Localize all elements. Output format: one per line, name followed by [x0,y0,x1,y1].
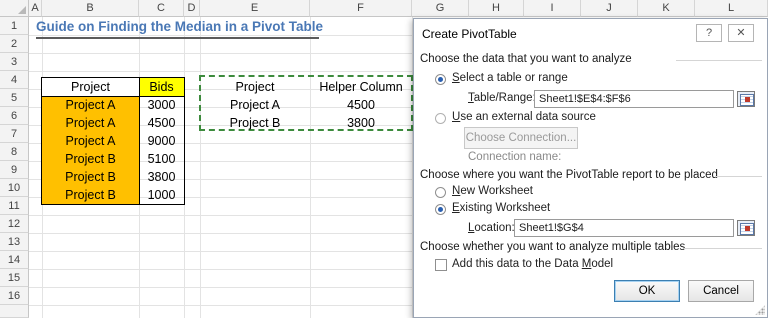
row-header-14[interactable]: 14 [0,251,29,269]
row-header-3[interactable]: 3 [0,53,29,71]
row-header-7[interactable]: 7 [0,125,29,143]
column-header-i[interactable]: I [524,0,581,17]
gridline [310,17,311,318]
column-header-d[interactable]: D [184,0,200,17]
row-header-17-partial[interactable] [0,305,29,318]
label-text: ocation: [474,222,515,234]
column-header-f[interactable]: F [310,0,412,17]
section-multiple-tables: Choose whether you want to analyze multi… [420,241,686,253]
radio-external-source[interactable] [435,113,446,124]
radio-new-worksheet[interactable] [435,187,446,198]
label-text: able/Range: [473,92,536,104]
row-header-1[interactable]: 1 [0,17,29,35]
option-text: xisting Worksheet [459,202,551,214]
sheet-title: Guide on Finding the Median in a Pivot T… [36,19,324,34]
table1-header-divider [41,96,185,97]
radio-existing-worksheet[interactable] [435,204,446,215]
option-external-source-label[interactable]: Use an external data source [452,111,596,123]
option-select-table-label[interactable]: Select a table or range [452,72,568,84]
select-all-corner[interactable] [0,0,29,17]
accel-key: E [452,202,460,214]
accel-key: M [581,258,592,270]
table2-header-helper[interactable]: Helper Column [310,78,412,96]
row-header-15[interactable]: 15 [0,269,29,287]
title-underline [36,37,319,39]
row-header-5[interactable]: 5 [0,89,29,107]
table2-cell-project[interactable]: Project A [200,96,310,114]
column-header-k[interactable]: K [638,0,695,17]
accel-key: S [452,72,460,84]
row-header-6[interactable]: 6 [0,107,29,125]
table2-cell-project[interactable]: Project B [200,114,310,132]
option-existing-worksheet-label[interactable]: Existing Worksheet [452,202,550,214]
radio-select-table[interactable] [435,74,446,85]
table2-cell-helper[interactable]: 3800 [310,114,412,132]
table2-header-project[interactable]: Project [200,78,310,96]
table-range-input[interactable]: Sheet1!$E$4:$F$6 [534,90,734,108]
cancel-button[interactable]: Cancel [688,280,754,302]
separator [684,248,762,249]
column-header-e[interactable]: E [200,0,310,17]
resize-grip-icon[interactable] [755,305,765,315]
option-text: se an external data source [460,111,596,123]
column-header-b[interactable]: B [42,0,139,17]
row-header-11[interactable]: 11 [0,197,29,215]
row-header-8[interactable]: 8 [0,143,29,161]
ok-button[interactable]: OK [614,280,680,302]
connection-name-label: Connection name: [468,151,562,163]
row-header-12[interactable]: 12 [0,215,29,233]
column-header-j[interactable]: J [581,0,638,17]
column-header-a[interactable]: A [29,0,42,17]
dialog-title: Create PivotTable [422,27,517,41]
row-header-9[interactable]: 9 [0,161,29,179]
column-header-l[interactable]: L [695,0,768,17]
location-input[interactable]: Sheet1!$G$4 [514,219,734,237]
help-button[interactable]: ? [696,24,722,42]
separator [676,60,762,61]
section-placement: Choose where you want the PivotTable rep… [420,169,718,181]
option-text: elect a table or range [459,72,568,84]
column-header-g[interactable]: G [412,0,469,17]
separator [715,176,762,177]
create-pivottable-dialog: Create PivotTable ? ✕ Choose the data th… [413,18,768,318]
label-text: Add this data to the Data [452,258,582,270]
table-range-label: Table/Range: [468,92,536,104]
choose-connection-button[interactable]: Choose Connection... [464,127,578,149]
option-text: ew Worksheet [460,185,533,197]
column-header-c[interactable]: C [139,0,184,17]
gridline [200,17,201,318]
add-data-model-checkbox[interactable] [435,259,447,271]
row-header-4[interactable]: 4 [0,71,29,89]
add-data-model-label[interactable]: Add this data to the Data Model [452,258,613,270]
row-header-13[interactable]: 13 [0,233,29,251]
location-picker-icon[interactable] [737,220,755,236]
section-data-source: Choose the data that you want to analyze [420,53,632,65]
option-new-worksheet-label[interactable]: New Worksheet [452,185,533,197]
close-button[interactable]: ✕ [728,24,754,42]
row-header-16[interactable]: 16 [0,287,29,305]
table2-cell-helper[interactable]: 4500 [310,96,412,114]
location-label: Location: [468,222,515,234]
column-header-h[interactable]: H [469,0,524,17]
row-header-10[interactable]: 10 [0,179,29,197]
label-text: odel [591,258,614,270]
range-picker-icon[interactable] [737,91,755,107]
row-header-2[interactable]: 2 [0,35,29,53]
